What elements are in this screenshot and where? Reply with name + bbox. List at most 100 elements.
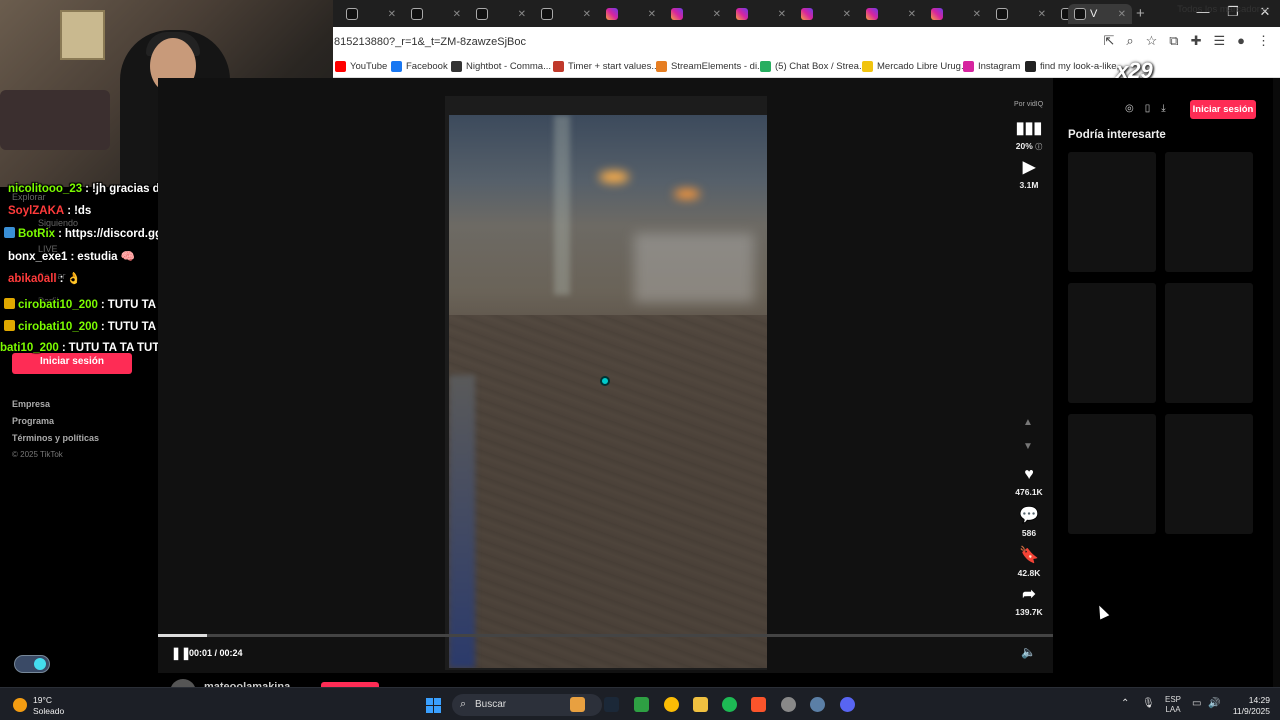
- taskbar-app-icon[interactable]: [810, 697, 825, 712]
- bookmark-item[interactable]: (5) Chat Box / Strea...: [760, 61, 867, 72]
- suggestion-thumbnail[interactable]: [1068, 283, 1156, 403]
- close-tab-icon[interactable]: ✕: [1038, 9, 1046, 20]
- browser-tab[interactable]: ✕: [730, 4, 792, 24]
- obs-icon[interactable]: [781, 697, 796, 712]
- bookmark-item[interactable]: Mercado Libre Urug...: [862, 61, 969, 72]
- browser-tab[interactable]: ✕: [990, 4, 1052, 24]
- close-tab-icon[interactable]: ✕: [973, 9, 981, 20]
- chevron-down-icon[interactable]: ▼: [1023, 441, 1033, 452]
- url-text[interactable]: 815213880?_r=1&_t=ZM-8zawzeSjBoc: [334, 36, 526, 48]
- footer-link-empresa[interactable]: Empresa: [12, 399, 99, 409]
- bookmark-item[interactable]: Timer + start values...: [553, 61, 659, 72]
- bookmark-item[interactable]: StreamElements - di...: [656, 61, 765, 72]
- suggestion-thumbnail[interactable]: [1165, 152, 1253, 272]
- spotify-icon[interactable]: [722, 697, 737, 712]
- close-tab-icon[interactable]: ✕: [778, 9, 786, 20]
- profile-icon[interactable]: ●: [1237, 33, 1245, 49]
- browser-tab[interactable]: ✕: [795, 4, 857, 24]
- browser-tab[interactable]: ✕: [405, 4, 467, 24]
- xbox-icon[interactable]: [634, 697, 649, 712]
- bookmark-item[interactable]: find my look-a-like,...: [1025, 61, 1127, 72]
- menu-icon[interactable]: ⋮: [1257, 33, 1270, 49]
- chevron-up-icon[interactable]: ▲: [1023, 417, 1033, 428]
- comment-button[interactable]: 💬 586: [1010, 505, 1048, 538]
- chat-separator: :: [70, 251, 75, 263]
- speaker-icon[interactable]: 🔊: [1208, 698, 1220, 709]
- file-explorer-icon[interactable]: [693, 697, 708, 712]
- footer-copyright: © 2025 TikTok: [12, 450, 63, 459]
- download-icon[interactable]: ⤓: [1161, 103, 1165, 114]
- microphone-icon[interactable]: 🎙: [1142, 698, 1155, 709]
- weather-temperature[interactable]: 19°C: [33, 695, 52, 705]
- bookmark-item[interactable]: Nightbot - Comma...: [451, 61, 551, 72]
- display-icon[interactable]: ▭: [1192, 698, 1201, 709]
- close-tab-icon[interactable]: ✕: [843, 9, 851, 20]
- bookmark-item[interactable]: YouTube: [335, 61, 387, 72]
- suggestion-thumbnail[interactable]: [1165, 283, 1253, 403]
- taskbar-app-icon[interactable]: [570, 697, 585, 712]
- language-indicator[interactable]: ESP LAA: [1165, 695, 1181, 715]
- reading-list-icon[interactable]: ☰: [1213, 33, 1225, 49]
- save-button[interactable]: 🔖 42.8K: [1010, 545, 1048, 578]
- shares-value: 139.7K: [1015, 607, 1043, 617]
- avatar[interactable]: [170, 679, 196, 687]
- chrome-icon[interactable]: [664, 697, 679, 712]
- views-value: 3.1M: [1019, 180, 1039, 190]
- puzzle-icon[interactable]: ✚: [1191, 33, 1202, 49]
- sidebar-footer: Empresa Programa Términos y políticas © …: [12, 399, 99, 466]
- close-tab-icon[interactable]: ✕: [518, 9, 526, 20]
- brave-icon[interactable]: [751, 697, 766, 712]
- close-tab-icon[interactable]: ✕: [908, 9, 916, 20]
- browser-tab[interactable]: ✕: [340, 4, 402, 24]
- footer-link-terminos[interactable]: Términos y políticas: [12, 433, 99, 443]
- overlay-toggle[interactable]: [14, 655, 50, 673]
- close-tab-icon[interactable]: ✕: [453, 9, 461, 20]
- browser-tab[interactable]: ✕: [600, 4, 662, 24]
- footer-link-programa[interactable]: Programa: [12, 416, 99, 426]
- install-icon[interactable]: ⇱: [1103, 33, 1114, 49]
- close-tab-icon[interactable]: ✕: [583, 9, 591, 20]
- sun-icon[interactable]: [13, 698, 27, 712]
- weather-description[interactable]: Soleado: [33, 706, 64, 716]
- share-button[interactable]: ➦ 139.7K: [1010, 584, 1048, 617]
- close-tab-icon[interactable]: ✕: [1118, 9, 1126, 20]
- browser-tab[interactable]: ✕: [925, 4, 987, 24]
- browser-tab[interactable]: ✕: [470, 4, 532, 24]
- like-button[interactable]: ♥ 476.1K: [1010, 466, 1048, 497]
- extensions-icon[interactable]: ⧉: [1169, 33, 1178, 49]
- steam-icon[interactable]: [604, 697, 619, 712]
- windows-start-icon[interactable]: [426, 698, 441, 713]
- browser-tab[interactable]: ✕: [665, 4, 727, 24]
- new-tab-button[interactable]: +: [1136, 5, 1145, 22]
- instagram-icon: [866, 8, 878, 20]
- close-tab-icon[interactable]: ✕: [713, 9, 721, 20]
- chat-message: SoylZAKA: !ds: [8, 205, 91, 217]
- system-clock[interactable]: 14:29 11/9/2025: [1224, 695, 1270, 717]
- suggestion-thumbnail[interactable]: [1068, 152, 1156, 272]
- volume-icon[interactable]: 🔈: [1021, 645, 1036, 659]
- browser-tab[interactable]: ✕: [860, 4, 922, 24]
- compass-icon[interactable]: ◎: [1125, 103, 1134, 114]
- bookmark-item[interactable]: Facebook: [391, 61, 448, 72]
- video-player[interactable]: [449, 115, 767, 668]
- header-login-button[interactable]: Iniciar sesión: [1190, 100, 1256, 119]
- close-tab-icon[interactable]: ✕: [388, 9, 396, 20]
- video-progress-bar[interactable]: [158, 634, 1053, 637]
- star-icon[interactable]: ☆: [1146, 33, 1158, 49]
- zoom-icon[interactable]: ⌕: [1126, 33, 1133, 49]
- suggestion-thumbnail[interactable]: [1068, 414, 1156, 534]
- close-tab-icon[interactable]: ✕: [648, 9, 656, 20]
- browser-tab-active[interactable]: V ✕: [1068, 4, 1132, 24]
- all-bookmarks[interactable]: Todos los marcadores: [1177, 4, 1270, 15]
- browser-tab[interactable]: ✕: [535, 4, 597, 24]
- device-icon[interactable]: ▯: [1145, 103, 1151, 114]
- bookmark-item[interactable]: Instagram: [963, 61, 1020, 72]
- discord-icon[interactable]: [840, 697, 855, 712]
- chat-message: abika0all: 👌: [8, 271, 81, 285]
- views-count: ▶ 3.1M: [1010, 157, 1048, 190]
- page-scrollbar[interactable]: [1273, 78, 1280, 687]
- tray-chevron-up-icon[interactable]: ⌃: [1121, 698, 1129, 709]
- suggestion-thumbnail[interactable]: [1165, 414, 1253, 534]
- vidiq-stats[interactable]: ▮▮▮ 20% ⓘ: [1010, 118, 1048, 152]
- sidebar-login-button[interactable]: Iniciar sesión: [12, 353, 132, 374]
